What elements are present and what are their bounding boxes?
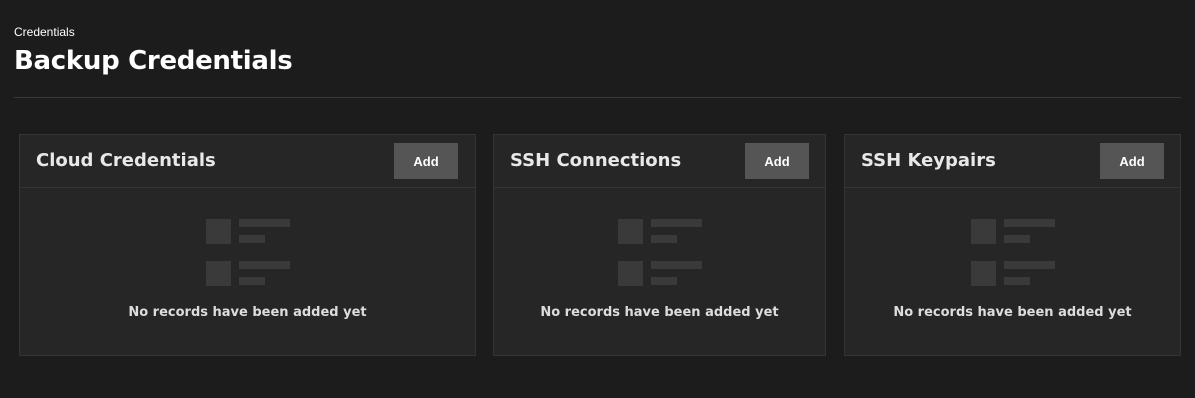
cloud-credentials-card: Cloud Credentials Add No records have be…: [19, 134, 476, 356]
card-title: Cloud Credentials: [36, 150, 216, 171]
add-ssh-keypair-button[interactable]: Add: [1100, 143, 1164, 179]
ssh-connections-card: SSH Connections Add No records have been…: [493, 134, 826, 356]
card-header: Cloud Credentials Add: [20, 135, 475, 188]
card-header: SSH Keypairs Add: [845, 135, 1180, 188]
empty-state-text: No records have been added yet: [128, 305, 367, 320]
ssh-keypairs-card: SSH Keypairs Add No records have been ad…: [844, 134, 1181, 356]
page-header: Credentials Backup Credentials: [14, 0, 1181, 98]
add-cloud-credential-button[interactable]: Add: [394, 143, 458, 179]
empty-list-icon: [617, 219, 702, 286]
empty-state-text: No records have been added yet: [540, 305, 779, 320]
page-title: Backup Credentials: [14, 46, 293, 76]
card-body: No records have been added yet: [845, 188, 1180, 355]
breadcrumb[interactable]: Credentials: [14, 25, 75, 39]
card-title: SSH Keypairs: [861, 150, 996, 171]
empty-list-icon: [970, 219, 1055, 286]
card-body: No records have been added yet: [494, 188, 825, 355]
card-body: No records have been added yet: [20, 188, 475, 355]
empty-list-icon: [205, 219, 290, 286]
card-title: SSH Connections: [510, 150, 682, 171]
add-ssh-connection-button[interactable]: Add: [745, 143, 809, 179]
empty-state-text: No records have been added yet: [893, 305, 1132, 320]
card-header: SSH Connections Add: [494, 135, 825, 188]
